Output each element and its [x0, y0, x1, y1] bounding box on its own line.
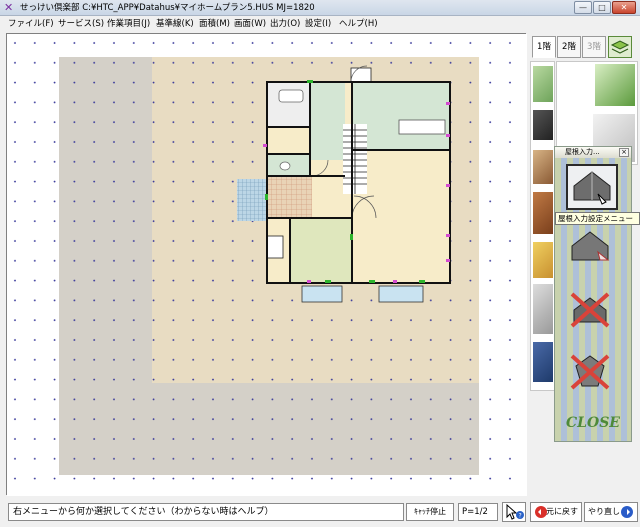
floor-plan-drawing [7, 34, 527, 496]
status-bar: 右メニューから何か選択してください（わからない時はヘルプ） ｷｬｯﾁ停止 P=1… [0, 498, 640, 527]
popup-body: CLOSE [555, 158, 631, 441]
roof-delete-all-button[interactable] [566, 350, 618, 396]
page-indicator: P=1/2 [458, 503, 498, 521]
menu-work-items[interactable]: 作業項目(J) [107, 18, 150, 30]
roof-add-icon [571, 231, 610, 261]
bathroom [267, 82, 310, 127]
menu-screen[interactable]: 画面(W) [234, 18, 266, 30]
bay-window-right [378, 285, 424, 303]
menu-output[interactable]: 出力(O) [270, 18, 300, 30]
drawing-canvas[interactable] [6, 33, 527, 496]
help-cursor-icon: ? [506, 503, 524, 520]
title-bar: ✕ せっけい倶楽部 C:¥HTC_APP¥Datahus¥マイホームプラン5.H… [0, 0, 640, 16]
redo-icon [621, 506, 633, 518]
furniture-icon[interactable] [533, 342, 553, 382]
menu-area[interactable]: 面積(M) [199, 18, 230, 30]
tool-column [530, 61, 555, 391]
menu-service[interactable]: サービス(S) [58, 18, 104, 30]
tab-floor-1[interactable]: 1階 [532, 36, 556, 58]
bay-window-left [301, 285, 343, 303]
roof-settings-button[interactable] [566, 164, 618, 210]
japanese-room [290, 218, 352, 283]
status-message: 右メニューから何か選択してください（わからない時はヘルプ） [8, 503, 404, 521]
roof-delete-all-icon [570, 354, 610, 390]
stairs-tool-icon[interactable] [533, 242, 553, 278]
menu-settings[interactable]: 設定(I) [305, 18, 331, 30]
undo-button[interactable]: 元に戻す [530, 502, 582, 522]
entrance-hall [267, 176, 312, 218]
redo-label: やり直し [588, 507, 620, 516]
redo-button[interactable]: やり直し [584, 502, 638, 522]
floor-layers-icon[interactable] [608, 36, 632, 58]
tab-floor-3[interactable]: 3階 [582, 36, 606, 58]
maximize-button[interactable]: □ [593, 1, 611, 14]
roof-delete-icon [570, 292, 610, 328]
undo-icon [535, 506, 547, 518]
wall-icon[interactable] [533, 150, 553, 184]
fixture-icon[interactable] [533, 284, 553, 334]
undo-label: 元に戻す [546, 507, 578, 516]
help-cursor-button[interactable]: ? [502, 502, 526, 522]
door-icon[interactable] [533, 192, 553, 234]
menu-grid-lines[interactable]: 基準線(K) [156, 18, 194, 30]
app-window: ✕ せっけい倶楽部 C:¥HTC_APP¥Datahus¥マイホームプラン5.H… [0, 0, 640, 527]
lawn-icon[interactable] [595, 64, 635, 106]
minimize-button[interactable]: — [574, 1, 592, 14]
window-title: せっけい倶楽部 C:¥HTC_APP¥Datahus¥マイホームプラン5.HUS… [20, 3, 315, 13]
menu-bar: ファイル(F) サービス(S) 作業項目(J) 基準線(K) 面積(M) 画面(… [0, 16, 640, 32]
washroom [310, 82, 345, 160]
svg-text:?: ? [519, 513, 522, 520]
porch-tiles [237, 179, 267, 221]
roof-input-popup: 屋根入力... × CLOSE [554, 146, 632, 442]
house-plan[interactable] [237, 65, 451, 303]
close-button[interactable]: ✕ [612, 1, 636, 14]
menu-help[interactable]: ヘルプ(H) [339, 18, 378, 30]
tooltip: 屋根入力設定メニュー [555, 212, 640, 225]
roof-add-button[interactable] [566, 224, 618, 270]
app-logo-icon: ✕ [4, 1, 14, 14]
kitchen-counter [398, 119, 446, 135]
roof-delete-button[interactable] [566, 288, 618, 334]
snap-stop-button[interactable]: ｷｬｯﾁ停止 [406, 503, 454, 521]
popup-close-x[interactable]: × [619, 148, 629, 157]
floor-material-icon[interactable] [533, 66, 553, 102]
popup-close-button[interactable]: CLOSE [555, 415, 631, 431]
roof-dark-icon[interactable] [533, 110, 553, 140]
tab-floor-2[interactable]: 2階 [557, 36, 581, 58]
menu-file[interactable]: ファイル(F) [8, 18, 54, 30]
roof-settings-icon [573, 171, 611, 205]
